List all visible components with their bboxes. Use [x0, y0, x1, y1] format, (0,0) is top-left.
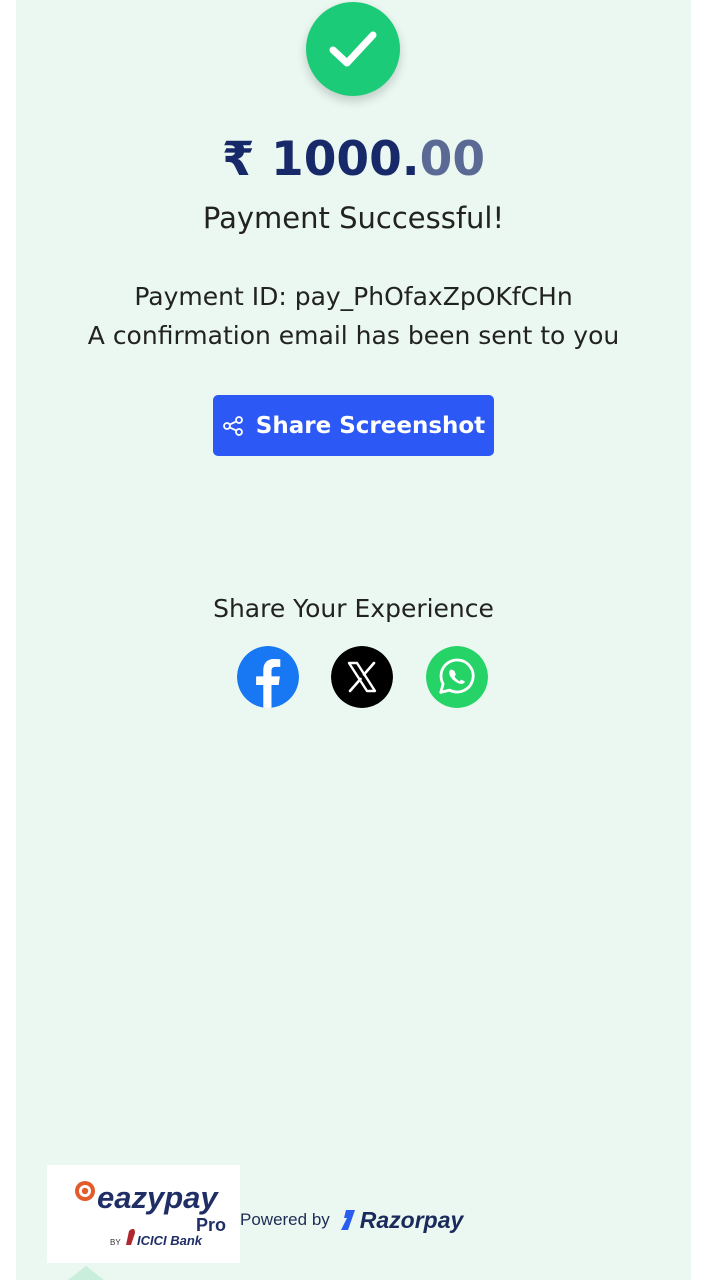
payment-id: Payment ID: pay_PhOfaxZpOKfCHn	[134, 282, 573, 311]
eazypay-logo: eazypay Pro BY ICICI Bank	[47, 1165, 240, 1263]
payment-amount: ₹ 1000.00	[16, 128, 691, 192]
confirmation-text: A confirmation email has been sent to yo…	[87, 321, 620, 350]
x-share-button[interactable]	[331, 646, 393, 708]
svg-text:Pro: Pro	[196, 1215, 226, 1235]
check-icon	[329, 31, 377, 67]
whatsapp-share-button[interactable]	[426, 646, 488, 708]
powered-by-razorpay: Powered by Razorpay	[240, 1203, 463, 1237]
svg-text:ICICI Bank: ICICI Bank	[137, 1233, 203, 1248]
razorpay-wordmark: Razorpay	[359, 1206, 464, 1233]
amount-paise: 00	[419, 132, 486, 187]
svg-text:BY: BY	[110, 1238, 121, 1247]
razorpay-icon	[340, 1210, 355, 1230]
razorpay-logo: Razorpay	[338, 1206, 464, 1234]
payment-success-card: ₹ 1000.00 Payment Successful! Payment ID…	[16, 0, 691, 1280]
amount-main: ₹ 1000.	[221, 132, 420, 187]
x-icon	[331, 646, 393, 708]
eazypay-pro-logo: eazypay Pro BY ICICI Bank	[75, 1180, 226, 1248]
share-screenshot-label: Share Screenshot	[255, 412, 486, 439]
status-title: Payment Successful!	[202, 201, 505, 235]
facebook-share-button[interactable]	[237, 646, 299, 708]
facebook-icon	[237, 646, 299, 708]
powered-by-text: Powered by	[240, 1210, 330, 1229]
success-badge	[306, 2, 400, 96]
scroll-indicator	[68, 1266, 104, 1280]
svg-text:eazypay: eazypay	[97, 1180, 219, 1215]
share-icon	[222, 415, 243, 436]
share-experience-title: Share Your Experience	[213, 594, 494, 623]
share-screenshot-button[interactable]: Share Screenshot	[213, 395, 494, 456]
whatsapp-icon	[426, 646, 488, 708]
